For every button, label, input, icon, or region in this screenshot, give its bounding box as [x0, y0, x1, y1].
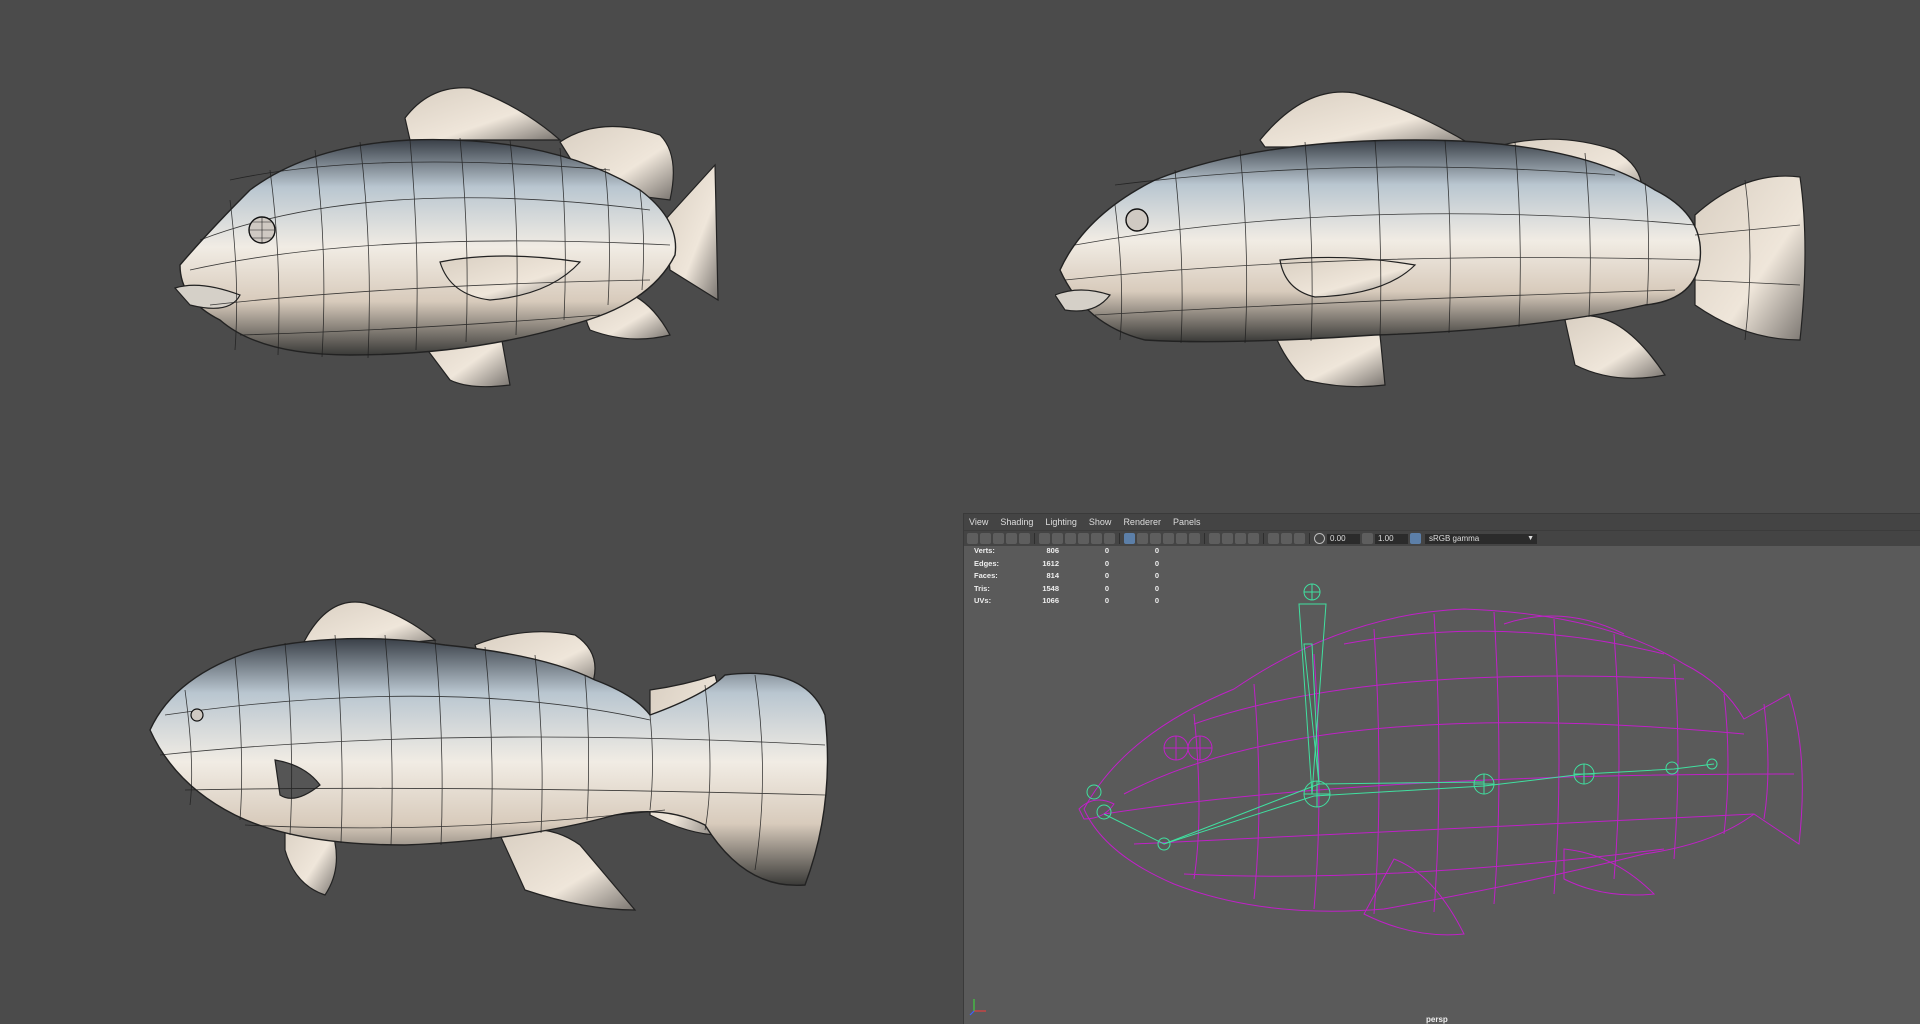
- fish-wireframe: [1078, 608, 1803, 936]
- axis-gizmo-icon: [969, 999, 986, 1016]
- joint-chain: [1086, 583, 1718, 851]
- camera-name-label: persp: [1426, 1015, 1448, 1024]
- fish-render-bottom-left: [145, 595, 835, 925]
- fish-wireframe-rig[interactable]: [964, 514, 1920, 1024]
- fish-render-top-left: [170, 80, 730, 400]
- viewport-panel[interactable]: View Shading Lighting Show Renderer Pane…: [963, 513, 1920, 1024]
- fish-render-top-right: [1055, 85, 1815, 405]
